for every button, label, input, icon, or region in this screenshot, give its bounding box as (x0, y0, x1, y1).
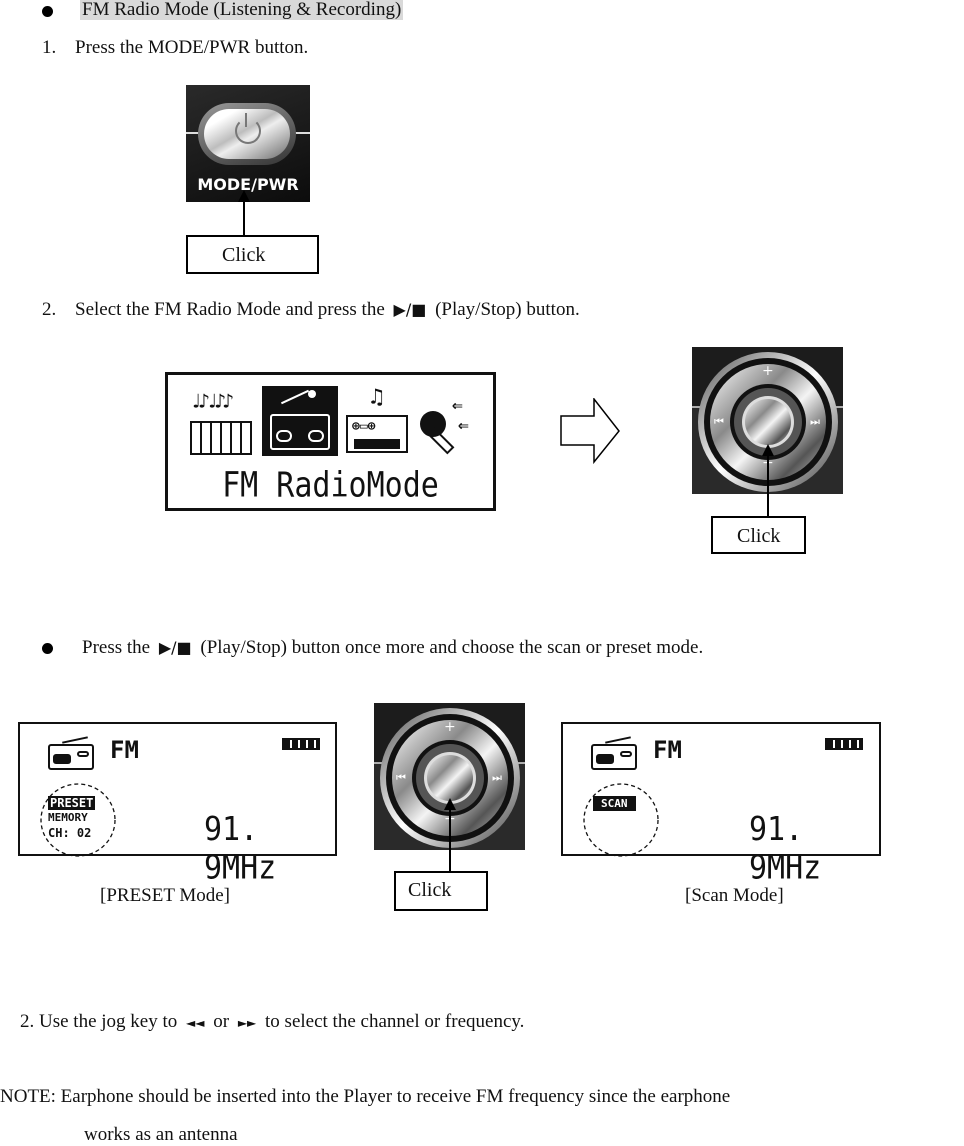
volume-up-icon: + (444, 719, 456, 735)
step-text: Select the FM Radio Mode and press the (75, 299, 385, 320)
mode-pwr-button-image[interactable]: MODE/PWR (186, 85, 310, 202)
step-number: 2. (42, 299, 57, 320)
step-text-after: (Play/Stop) button. (435, 299, 580, 320)
cassette-icon: ♫ ⊕▭⊕ (344, 385, 412, 457)
radio-icon (262, 386, 338, 456)
previous-icon: ⏮ (396, 771, 406, 784)
mode-label: FM (110, 736, 139, 764)
next-icon: ⏭ (492, 771, 502, 784)
bullet-text: Press the (82, 637, 151, 658)
bullet-2-text: Press the ▶/■ (Play/Stop) button once mo… (82, 637, 703, 659)
bullet-text-after: (Play/Stop) button once more and choose … (200, 637, 704, 658)
step-3: 2. Use the jog key to ◄◄ or ►► to select… (20, 1011, 524, 1033)
click-callout-1: Click (186, 235, 319, 274)
rewind-icon: ◄◄ (186, 1016, 205, 1030)
bullet-icon (42, 6, 53, 17)
memory-label: MEMORY (48, 811, 88, 824)
preset-badge: PRESET (48, 796, 96, 810)
battery-icon (282, 738, 320, 750)
scan-mode-caption: [Scan Mode] (685, 885, 784, 906)
battery-icon (825, 738, 863, 750)
volume-up-icon: + (762, 363, 774, 379)
click-callout-text: Click (408, 879, 452, 901)
radio-icon (591, 734, 639, 770)
dashed-highlight-circle (583, 783, 659, 857)
preset-mode-caption: [PRESET Mode] (100, 885, 231, 906)
click-callout-2: Click (711, 516, 806, 554)
step-number: 1. (42, 37, 57, 58)
previous-icon: ⏮ (714, 415, 724, 428)
step-1: 1. Press the MODE/PWR button. (42, 37, 308, 59)
click-callout-text: Click (737, 525, 781, 547)
frequency-readout: 91. 9MHz (204, 810, 277, 888)
click-callout-3: Click (394, 871, 488, 911)
section-title: FM Radio Mode (Listening & Recording) (80, 0, 404, 21)
microphone-icon: ⇐ ⇐ (418, 393, 488, 457)
next-icon: ⏭ (810, 415, 820, 428)
scan-lcd-screen: FM SCAN 91. 9MHz (561, 722, 881, 888)
section-title-text: FM Radio Mode (Listening & Recording) (80, 0, 404, 20)
step-2: 2. Select the FM Radio Mode and press th… (42, 299, 580, 321)
radio-icon (48, 734, 96, 770)
play-stop-icon: ▶/■ (393, 300, 427, 319)
power-icon (235, 118, 261, 144)
note-text: NOTE: Earphone should be inserted into t… (0, 1086, 731, 1107)
fast-forward-icon: ►► (237, 1016, 257, 1030)
callout-line (243, 200, 245, 236)
preset-lcd-screen: FM PRESET MEMORY CH: 02 91. 9MHz (18, 722, 337, 888)
note-text-continued: works as an antenna (84, 1124, 238, 1145)
menu-screen-label: FM RadioMode (222, 465, 439, 506)
step-text-or: or (213, 1011, 230, 1032)
callout-line (449, 808, 451, 872)
scan-badge: SCAN (593, 796, 636, 811)
step-text: 2. Use the jog key to (20, 1011, 178, 1032)
mode-label: FM (653, 736, 682, 764)
channel-label: CH: 02 (48, 826, 92, 840)
frequency-readout: 91. 9MHz (749, 810, 822, 888)
play-stop-icon: ▶/■ (158, 638, 192, 657)
menu-lcd-screen: ♩♪♩♪♪ ♫ ⊕▭⊕ ⇐ ⇐ FM RadioMode (165, 372, 496, 511)
step-text-after: to select the channel or frequency. (265, 1011, 525, 1032)
right-arrow-icon (560, 398, 620, 464)
callout-line (767, 454, 769, 516)
bullet-icon (42, 643, 53, 654)
music-keyboard-icon: ♩♪♩♪♪ (190, 389, 254, 457)
step-text: Press the MODE/PWR button. (75, 37, 309, 58)
click-callout-text: Click (222, 244, 266, 266)
